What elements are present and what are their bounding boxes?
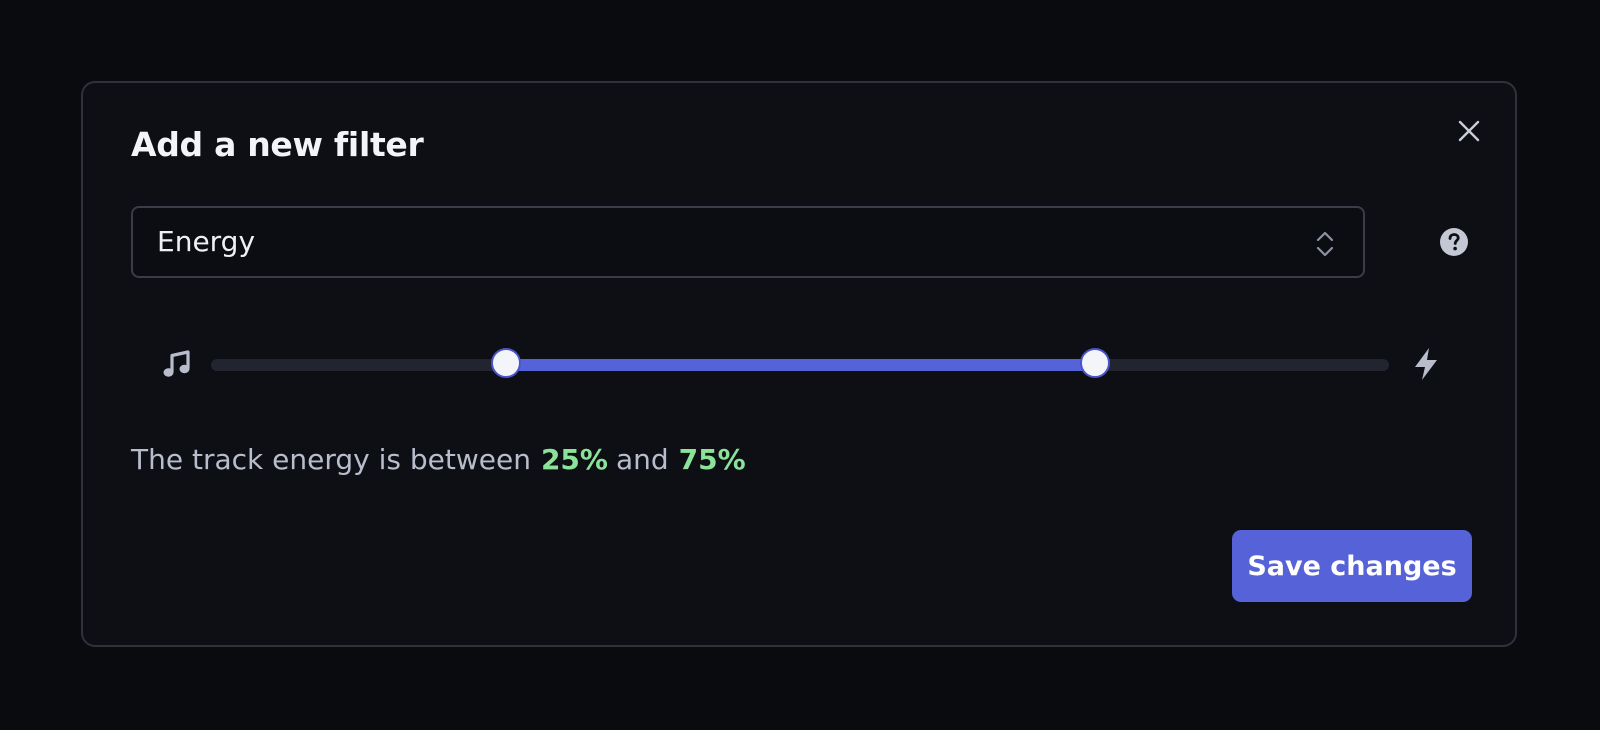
range-summary-text: The track energy is between 25% and 75% bbox=[131, 443, 754, 476]
slider-max-handle[interactable] bbox=[1079, 348, 1110, 378]
question-circle-icon[interactable] bbox=[1439, 227, 1469, 257]
filter-type-value: Energy bbox=[157, 225, 256, 258]
summary-low-value: 25% bbox=[540, 443, 608, 476]
energy-range-slider[interactable] bbox=[211, 348, 1389, 378]
close-button[interactable] bbox=[1451, 113, 1487, 149]
close-icon bbox=[1458, 120, 1480, 142]
lightning-bolt-icon bbox=[1415, 348, 1437, 380]
summary-prefix: The track energy is between bbox=[131, 443, 531, 476]
dialog-title: Add a new filter bbox=[131, 125, 424, 164]
summary-conjunction: and bbox=[615, 443, 669, 476]
music-note-icon bbox=[163, 350, 190, 377]
slider-selected-range bbox=[505, 359, 1095, 371]
add-filter-dialog: Add a new filter Energy The track energy… bbox=[81, 81, 1517, 647]
chevron-up-down-icon bbox=[1316, 231, 1334, 257]
summary-high-value: 75% bbox=[678, 443, 746, 476]
slider-min-handle[interactable] bbox=[490, 348, 521, 378]
filter-type-select[interactable]: Energy bbox=[131, 206, 1365, 278]
save-changes-button[interactable]: Save changes bbox=[1232, 530, 1472, 602]
